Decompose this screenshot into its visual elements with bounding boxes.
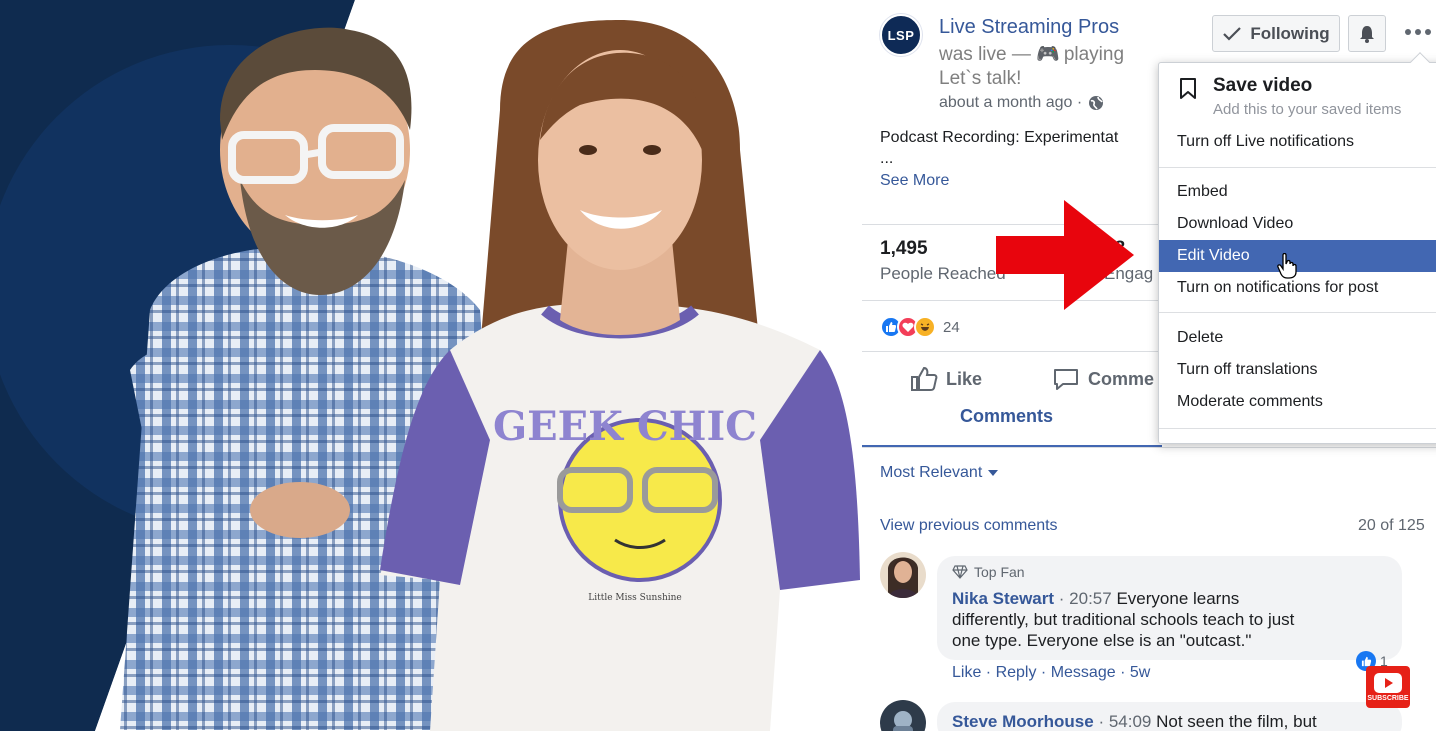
- haha-icon: [914, 316, 936, 338]
- video-frame[interactable]: GEEK CHIC Little Miss Sunshine: [0, 0, 862, 731]
- shirt-caption: Little Miss Sunshine: [588, 593, 682, 603]
- post-options-menu: Save video Add this to your saved items …: [1158, 52, 1436, 444]
- time-text: about a month ago ·: [939, 94, 1083, 111]
- diamond-icon: [952, 565, 968, 579]
- comment-line-1: Not seen the film, but: [1156, 712, 1317, 731]
- more-options-button[interactable]: [1404, 18, 1436, 46]
- reaction-count: 24: [943, 318, 960, 336]
- following-label: Following: [1250, 23, 1330, 43]
- badge-label: Top Fan: [974, 564, 1025, 580]
- menu-separator: [1159, 428, 1436, 429]
- comment-video-timestamp[interactable]: · 20:57: [1059, 589, 1112, 608]
- status-activity: playing: [1063, 44, 1125, 65]
- sort-label: Most Relevant: [880, 464, 983, 481]
- reach-value: 1,495: [880, 238, 928, 259]
- shirt-text: GEEK CHIC: [493, 403, 757, 450]
- post-description: Podcast Recording: Experimentat: [880, 129, 1119, 146]
- commenter-avatar[interactable]: [880, 700, 926, 731]
- menu-item-turn-off-translations[interactable]: Turn off translations: [1159, 354, 1436, 386]
- comment-video-timestamp[interactable]: · 54:09: [1098, 712, 1151, 731]
- tab-comments[interactable]: Comments: [960, 406, 1053, 427]
- view-previous-comments-link[interactable]: View previous comments: [880, 517, 1058, 535]
- comment-line-1: Everyone learns: [1116, 589, 1240, 608]
- see-more-link[interactable]: See More: [880, 172, 949, 190]
- comment-label: Comme: [1088, 368, 1155, 389]
- woman-figure: GEEK CHIC Little Miss Sunshine: [380, 20, 860, 731]
- red-arrow-icon: [996, 200, 1134, 310]
- menu-item-turn-off-live-notifications[interactable]: Turn off Live notifications: [1159, 126, 1436, 158]
- bell-icon: [1360, 25, 1374, 43]
- menu-item-delete[interactable]: Delete: [1159, 322, 1436, 354]
- post-ellipsis: ...: [880, 150, 894, 167]
- divider: [862, 447, 1436, 448]
- status-prefix: was live —: [939, 44, 1037, 65]
- checkmark-icon: [1223, 26, 1242, 41]
- save-video-item[interactable]: Save video Add this to your saved items: [1159, 73, 1436, 123]
- status-subject: Let`s talk!: [939, 68, 1022, 89]
- youtube-subscribe-badge[interactable]: SUBSCRIBE: [1366, 666, 1410, 708]
- comment-text: Nika Stewart · 20:57 Everyone learns dif…: [952, 588, 1392, 651]
- comment-text: Steve Moorhouse · 54:09 Not seen the fil…: [952, 711, 1392, 731]
- live-status: was live — 🎮 playing: [939, 42, 1124, 66]
- thumbs-up-icon: [911, 366, 938, 391]
- save-video-title: Save video: [1213, 75, 1313, 96]
- top-fan-badge: Top Fan: [952, 564, 1025, 580]
- ellipsis-icon: [1405, 29, 1431, 35]
- page-avatar[interactable]: LSP: [880, 14, 922, 56]
- menu-item-embed[interactable]: Embed: [1159, 176, 1436, 208]
- post-timestamp[interactable]: about a month ago ·: [939, 94, 1104, 112]
- following-button[interactable]: Following: [1212, 15, 1340, 52]
- youtube-play-icon: [1374, 672, 1402, 693]
- caret-down-icon: [988, 470, 999, 476]
- comment-line-3: one type. Everyone else is an "outcast.": [952, 631, 1252, 650]
- gamepad-icon: 🎮: [1036, 44, 1060, 65]
- reach-label: People Reached: [880, 264, 1006, 283]
- comment-button[interactable]: Comme: [1052, 366, 1154, 392]
- comment-line-2: differently, but traditional schools tea…: [952, 610, 1295, 629]
- bookmark-icon: [1180, 78, 1196, 99]
- comment-bubble-icon: [1054, 369, 1078, 390]
- commenter-avatar[interactable]: [880, 552, 926, 598]
- reach-stat: 1,495 People Reached: [880, 238, 1006, 284]
- notifications-bell-button[interactable]: [1348, 15, 1386, 52]
- reactions-summary[interactable]: 24: [880, 316, 960, 338]
- menu-separator: [1159, 167, 1436, 168]
- comment-author-link[interactable]: Nika Stewart: [952, 589, 1054, 608]
- like-button[interactable]: Like: [910, 366, 982, 392]
- page-name-link[interactable]: Live Streaming Pros: [939, 16, 1119, 39]
- menu-separator: [1159, 312, 1436, 313]
- like-label: Like: [946, 368, 983, 389]
- save-video-subtitle: Add this to your saved items: [1213, 101, 1402, 118]
- globe-icon: [1089, 96, 1104, 110]
- subscribe-label: SUBSCRIBE: [1367, 694, 1409, 702]
- hand-cursor-icon: [1277, 253, 1297, 279]
- comment-sort-dropdown[interactable]: Most Relevant: [880, 464, 999, 482]
- menu-item-moderate-comments[interactable]: Moderate comments: [1159, 386, 1436, 418]
- menu-item-download-video[interactable]: Download Video: [1159, 208, 1436, 240]
- comment-count: 20 of 125: [1358, 517, 1425, 534]
- comment-actions[interactable]: Like · Reply · Message · 5w: [952, 664, 1150, 682]
- comment-author-link[interactable]: Steve Moorhouse: [952, 712, 1094, 731]
